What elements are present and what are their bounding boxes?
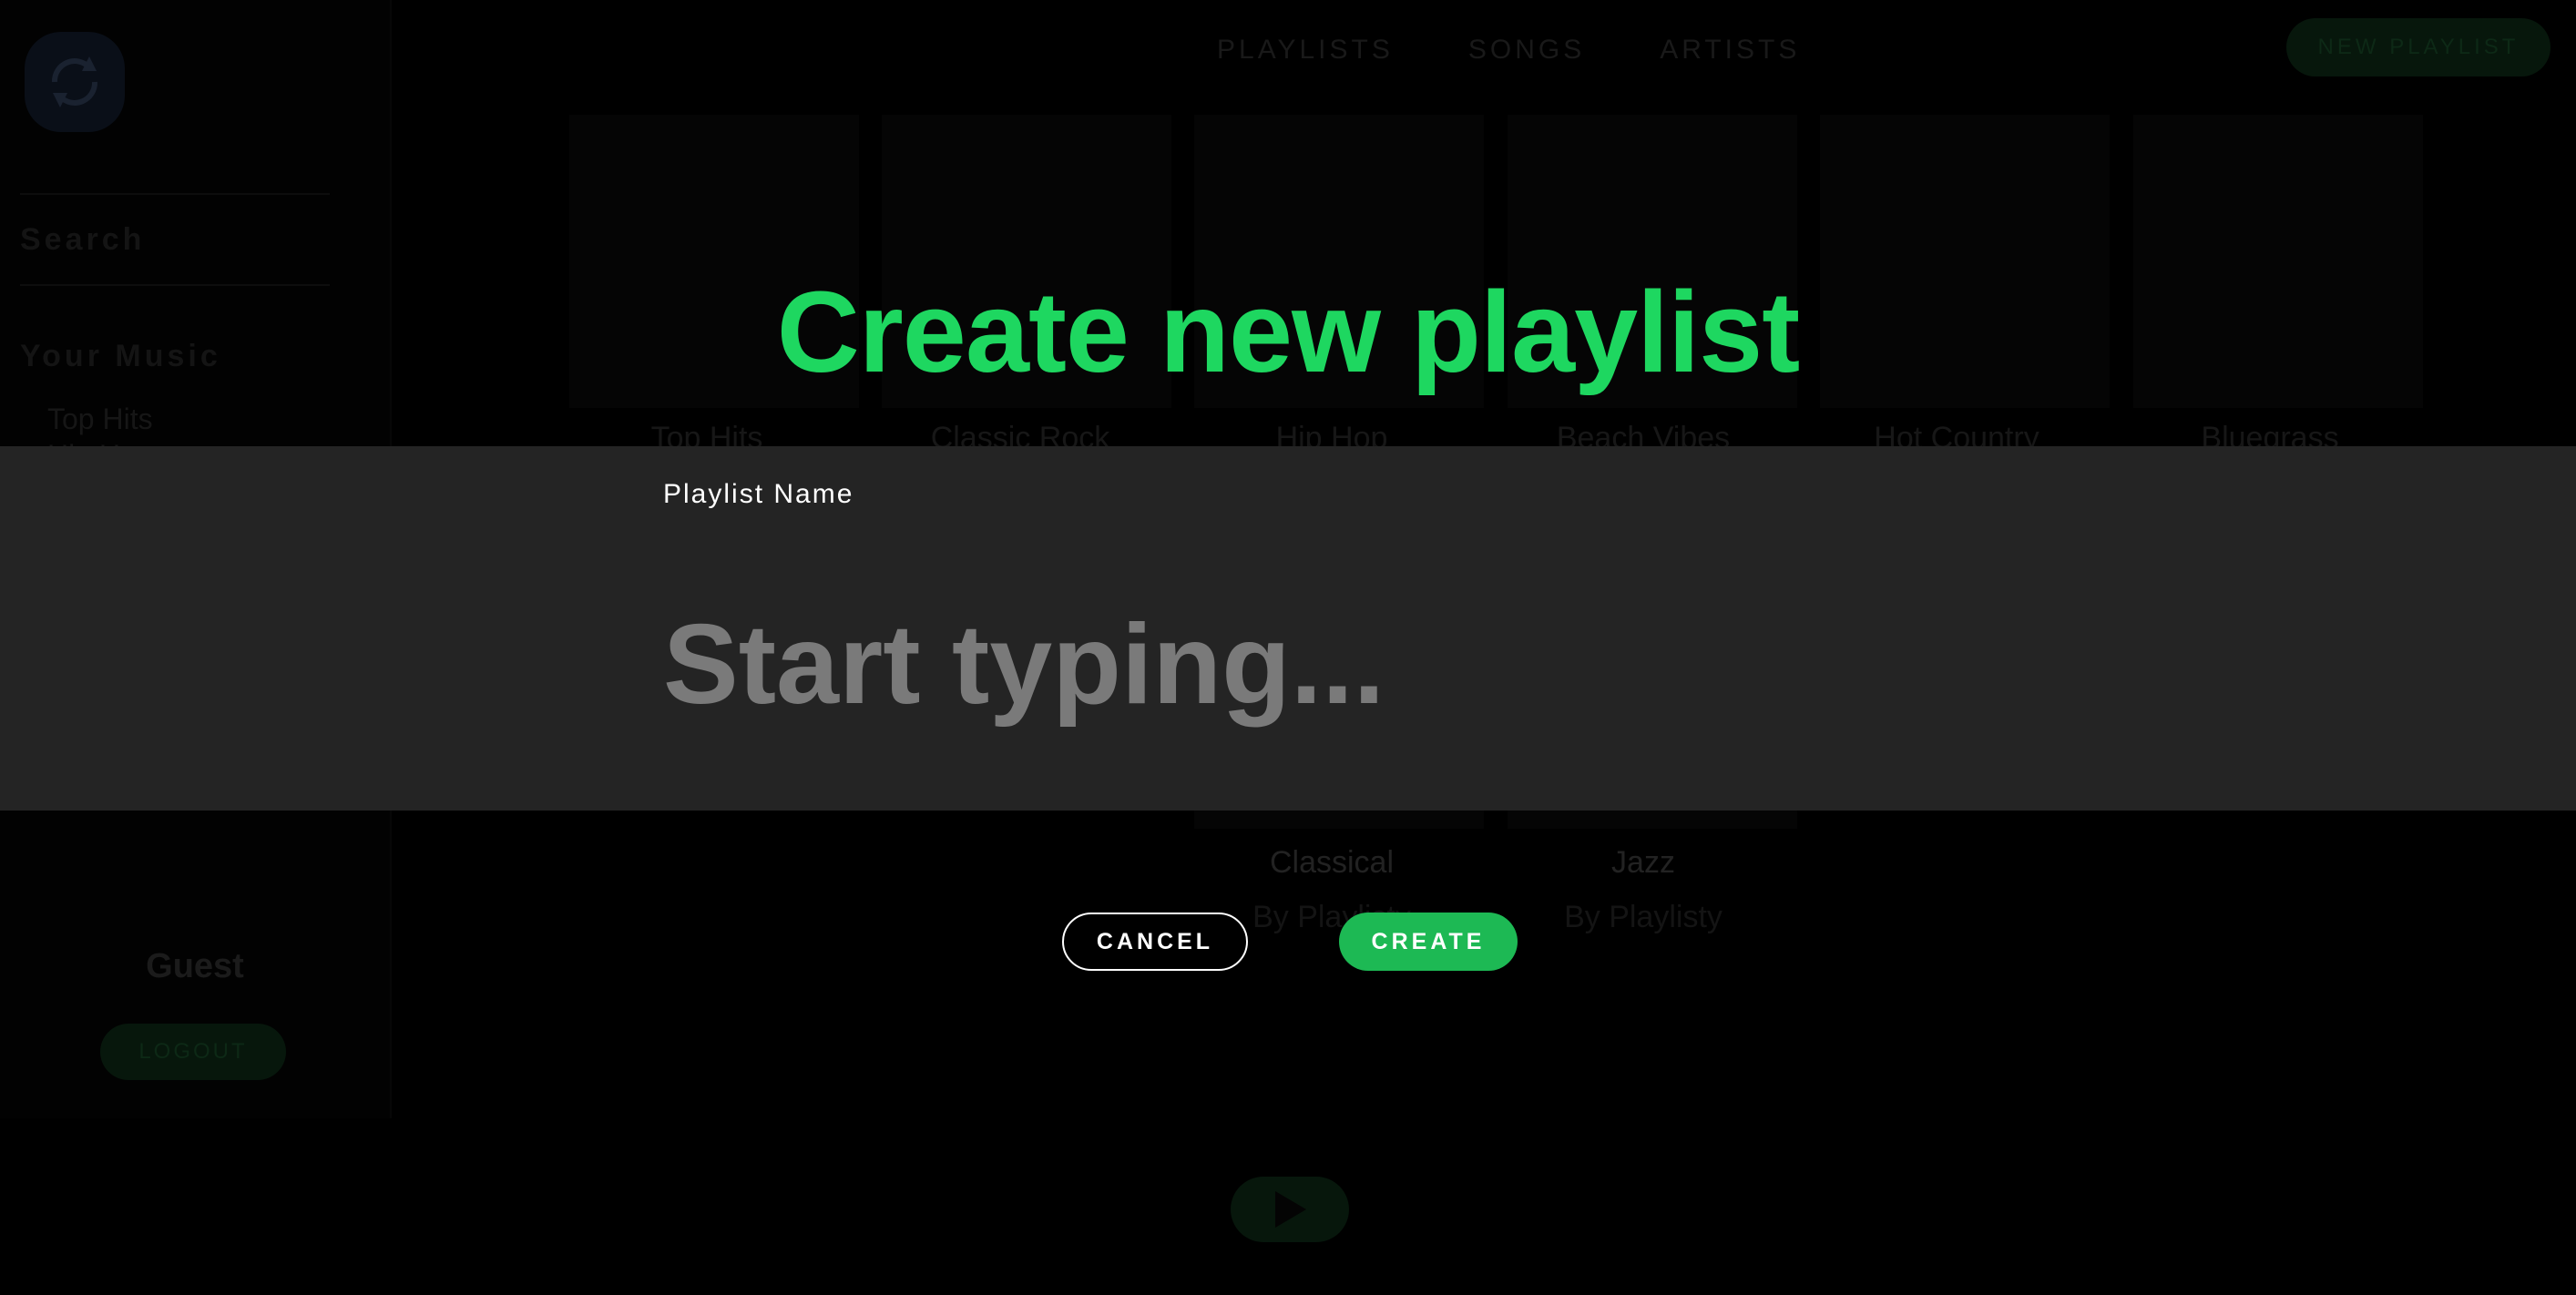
logout-button[interactable]: LOGOUT xyxy=(100,1024,286,1080)
playlist-subtitle: By Playlisty xyxy=(1564,900,1722,934)
playlist-name-input[interactable] xyxy=(656,583,2037,747)
sidebar-search-link[interactable]: Search xyxy=(20,222,145,258)
create-button[interactable]: CREATE xyxy=(1339,913,1518,971)
playlist-title[interactable]: Jazz xyxy=(1488,845,1798,881)
top-nav: PLAYLISTS SONGS ARTISTS xyxy=(1217,35,1800,66)
new-playlist-button[interactable]: NEW PLAYLIST xyxy=(2286,18,2550,76)
divider xyxy=(20,193,330,195)
app-window: Search Your Music Top Hits Hip Hop Guest… xyxy=(0,0,2576,1295)
tab-songs[interactable]: SONGS xyxy=(1468,35,1585,66)
tab-playlists[interactable]: PLAYLISTS xyxy=(1217,35,1394,66)
play-icon xyxy=(1275,1191,1306,1228)
playlist-name-label: Playlist Name xyxy=(663,479,854,509)
sidebar-item-top-hits[interactable]: Top Hits xyxy=(47,401,153,437)
modal-title: Create new playlist xyxy=(776,268,1800,396)
cancel-button[interactable]: CANCEL xyxy=(1062,913,1248,971)
play-button[interactable] xyxy=(1231,1177,1349,1242)
sync-logo-icon[interactable] xyxy=(25,32,125,132)
tab-artists[interactable]: ARTISTS xyxy=(1660,35,1800,66)
playlist-title[interactable]: Classical xyxy=(1177,845,1487,881)
user-name: Guest xyxy=(146,947,244,985)
